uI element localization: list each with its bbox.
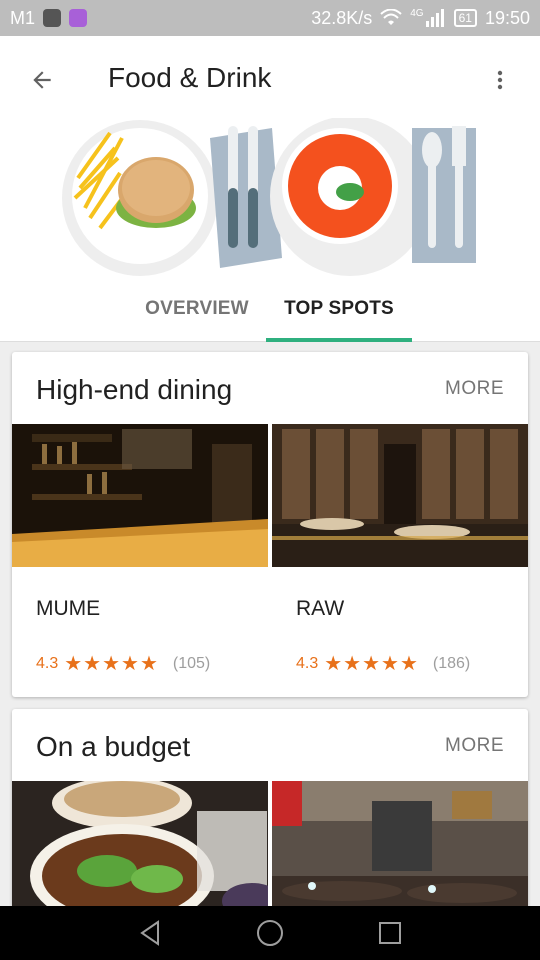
section-card-on-a-budget: On a budget MORE <box>12 709 528 909</box>
card-header: High-end dining MORE <box>12 352 528 424</box>
carrier-label: M1 <box>10 7 36 28</box>
rating-row: 4.3 ★★★★★ (186) <box>296 651 470 676</box>
nav-recents-button[interactable] <box>370 913 410 953</box>
header: Food & Drink OVERVIEW TOP SPOTS <box>0 36 540 342</box>
status-bar: M1 32.8K/s 4G 61 19:50 <box>0 0 540 36</box>
place-name: MUME <box>36 597 101 620</box>
place-photo-budget-1[interactable] <box>12 781 268 909</box>
tab-top-spots[interactable]: TOP SPOTS <box>266 276 412 342</box>
app-bar: Food & Drink <box>0 36 540 122</box>
section-title: On a budget <box>36 731 191 762</box>
place-photo-raw[interactable] <box>272 424 528 567</box>
arrow-back-icon <box>33 71 51 89</box>
place-name: RAW <box>296 597 345 620</box>
place-item-raw[interactable]: RAW 4.3 ★★★★★ (186) <box>272 567 528 697</box>
network-type: 4G <box>410 7 424 19</box>
review-count: (105) <box>172 654 211 672</box>
nav-home-icon <box>257 920 283 946</box>
more-button[interactable]: MORE <box>445 378 504 400</box>
tab-indicator <box>266 338 412 342</box>
signal-icon <box>425 9 444 27</box>
card-header: On a budget MORE <box>12 709 528 781</box>
rating-value: 4.3 <box>296 654 319 672</box>
place-photo-budget-2[interactable] <box>272 781 528 909</box>
photo-row <box>12 781 528 909</box>
notification-gallery-icon <box>69 9 88 27</box>
more-button[interactable]: MORE <box>445 735 504 757</box>
star-rating-icons: ★★★★★ <box>324 653 419 675</box>
nav-back-icon <box>140 920 159 946</box>
section-title: High-end dining <box>36 374 233 405</box>
place-photo-mume[interactable] <box>12 424 268 567</box>
network-speed: 32.8K/s <box>311 7 373 28</box>
nav-recents-icon <box>379 922 401 944</box>
wifi-icon <box>380 9 402 25</box>
rating-row: 4.3 ★★★★★ (105) <box>36 651 210 676</box>
nav-back-button[interactable] <box>130 913 170 953</box>
overflow-menu-button[interactable] <box>480 60 520 100</box>
nav-home-button[interactable] <box>250 913 290 953</box>
system-nav-bar <box>0 906 540 960</box>
rating-value: 4.3 <box>36 654 59 672</box>
back-button[interactable] <box>22 60 62 100</box>
star-rating-icons: ★★★★★ <box>64 653 159 675</box>
food-illustration <box>62 118 476 276</box>
battery-icon: 61 <box>453 9 477 27</box>
page-title: Food & Drink <box>108 62 272 93</box>
section-card-high-end-dining: High-end dining MORE MUME 4.3 ★★★★★ (105… <box>12 352 528 697</box>
place-item-mume[interactable]: MUME 4.3 ★★★★★ (105) <box>12 567 268 697</box>
tab-bar: OVERVIEW TOP SPOTS <box>0 276 540 342</box>
tab-overview[interactable]: OVERVIEW <box>127 276 267 342</box>
clock: 19:50 <box>484 7 530 28</box>
review-count: (186) <box>432 654 471 672</box>
more-vert-icon <box>497 70 503 90</box>
notification-app-icon <box>43 9 62 27</box>
photo-row <box>12 424 528 567</box>
